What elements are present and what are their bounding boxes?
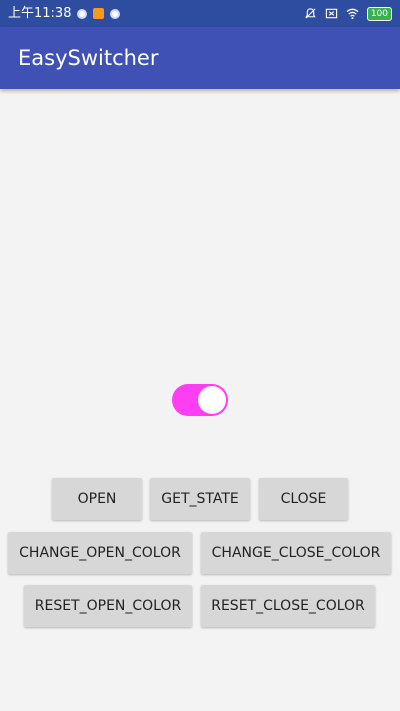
notification-circle-icon <box>77 8 88 19</box>
battery-icon: 100 <box>366 6 392 21</box>
app-bar: EasySwitcher <box>0 27 400 89</box>
close-button[interactable]: CLOSE <box>259 478 348 520</box>
mute-icon <box>305 8 316 19</box>
get-state-button[interactable]: GET_STATE <box>150 478 250 520</box>
easy-switcher-toggle[interactable] <box>172 384 228 416</box>
switch-thumb[interactable] <box>198 386 226 414</box>
reset-open-color-button[interactable]: RESET_OPEN_COLOR <box>24 585 192 627</box>
status-left-group: 上午11:38 <box>8 0 121 27</box>
status-bar: 上午11:38 100 <box>0 0 400 27</box>
wifi-icon <box>346 8 359 20</box>
change-close-color-button[interactable]: CHANGE_CLOSE_COLOR <box>201 532 391 574</box>
notification-circle-icon <box>110 8 121 19</box>
close-box-icon <box>325 8 337 19</box>
status-time: 上午11:38 <box>8 6 72 21</box>
app-notification-icon <box>93 8 105 19</box>
status-right-group: 100 <box>304 0 392 27</box>
app-title: EasySwitcher <box>18 46 159 70</box>
open-button[interactable]: OPEN <box>52 478 142 520</box>
reset-close-color-button[interactable]: RESET_CLOSE_COLOR <box>201 585 375 627</box>
change-open-color-button[interactable]: CHANGE_OPEN_COLOR <box>8 532 192 574</box>
